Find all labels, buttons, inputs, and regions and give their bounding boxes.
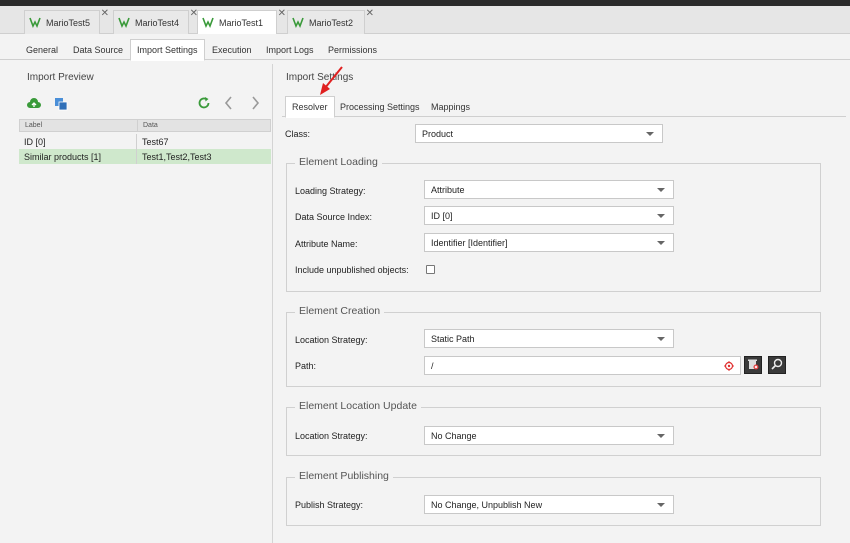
element-creation-legend: Element Creation [295, 305, 385, 317]
data-source-index-label: Data Source Index: [295, 212, 373, 222]
attribute-name-label: Attribute Name: [295, 239, 358, 249]
publish-strategy-select[interactable]: No Change, Unpublish New [424, 495, 674, 514]
row-label: Similar products [1] [24, 151, 102, 162]
row-data: Test1,Test2,Test3 [142, 151, 212, 162]
tab-import-settings[interactable]: Import Settings [130, 39, 205, 61]
target-icon[interactable] [724, 361, 734, 373]
publish-strategy-label: Publish Strategy: [295, 500, 364, 510]
location-strategy-value: Static Path [431, 333, 475, 344]
upload-cloud-icon [26, 97, 42, 113]
chevron-right-icon [250, 96, 260, 112]
object-sub-tabs: General Data Source Import Settings Exec… [0, 34, 850, 61]
chevron-down-icon [657, 188, 665, 192]
copy-button[interactable] [52, 96, 70, 114]
document-tabs-bar: MarioTest5 ✕ MarioTest4 ✕ MarioTest1 ✕ M… [0, 6, 850, 35]
annotation-arrow-icon [320, 66, 343, 95]
object-icon [29, 16, 41, 30]
doc-tab-label: MarioTest5 [46, 17, 91, 28]
row-label: ID [0] [24, 136, 46, 147]
search-path-button[interactable] [768, 356, 786, 374]
element-loading-legend: Element Loading [295, 156, 382, 168]
location-strategy-select[interactable]: Static Path [424, 329, 674, 348]
attribute-name-value: Identifier [Identifier] [431, 237, 508, 248]
attribute-name-select[interactable]: Identifier [Identifier] [424, 233, 674, 252]
location-update-strategy-label: Location Strategy: [295, 431, 368, 441]
copy-icon [54, 97, 68, 113]
doc-tab-mariotest5[interactable]: MarioTest5 ✕ [24, 8, 109, 34]
column-header-data[interactable]: Data [138, 120, 272, 131]
refresh-button[interactable] [195, 95, 213, 113]
next-button[interactable] [246, 95, 264, 113]
object-icon [118, 16, 130, 30]
loading-strategy-select[interactable]: Attribute [424, 180, 674, 199]
path-label: Path: [295, 361, 317, 371]
table-row[interactable]: Similar products [1] Test1,Test2,Test3 [19, 149, 271, 164]
doc-tab-label: MarioTest4 [135, 17, 180, 28]
doc-tab-mariotest2[interactable]: MarioTest2 ✕ [287, 8, 374, 34]
class-select[interactable]: Product [415, 124, 663, 143]
element-publishing-legend: Element Publishing [295, 470, 393, 482]
previous-button[interactable] [220, 95, 238, 113]
location-update-strategy-value: No Change [431, 430, 477, 441]
tab-processing-settings[interactable]: Processing Settings [334, 96, 426, 117]
data-source-index-select[interactable]: ID [0] [424, 206, 674, 225]
include-unpublished-label: Include unpublished objects: [295, 265, 409, 275]
tab-permissions[interactable]: Permissions [322, 39, 383, 60]
tab-data-source[interactable]: Data Source [67, 39, 129, 60]
chevron-down-icon [657, 337, 665, 341]
import-preview-title: Import Preview [27, 72, 94, 83]
close-icon[interactable]: ✕ [278, 8, 286, 19]
delete-icon [747, 358, 759, 372]
chevron-down-icon [646, 132, 654, 136]
element-publishing-fieldset: Element Publishing Publish Strategy: No … [286, 470, 821, 526]
doc-tab-mariotest4[interactable]: MarioTest4 ✕ [113, 8, 198, 34]
loading-strategy-value: Attribute [431, 184, 465, 195]
object-icon [292, 16, 304, 30]
import-settings-panel: Import Settings Resolver Processing Sett… [277, 64, 850, 543]
class-select-value: Product [422, 128, 454, 139]
clear-path-button[interactable] [744, 356, 762, 374]
location-update-strategy-select[interactable]: No Change [424, 426, 674, 445]
publish-strategy-value: No Change, Unpublish New [431, 499, 543, 510]
table-row[interactable]: ID [0] Test67 [19, 134, 271, 149]
chevron-down-icon [657, 434, 665, 438]
import-preview-panel: Import Preview Label Data ID [0] Test67 [14, 64, 273, 543]
doc-tab-label: MarioTest2 [309, 17, 354, 28]
tab-mappings[interactable]: Mappings [425, 96, 476, 117]
tab-general[interactable]: General [20, 39, 64, 60]
close-icon[interactable]: ✕ [101, 8, 109, 19]
location-strategy-label: Location Strategy: [295, 335, 368, 345]
chevron-down-icon [657, 214, 665, 218]
row-data: Test67 [142, 136, 169, 147]
tab-execution[interactable]: Execution [206, 39, 258, 60]
path-value: / [431, 360, 434, 371]
include-unpublished-checkbox[interactable] [426, 265, 435, 274]
data-source-index-value: ID [0] [431, 210, 453, 221]
path-input[interactable]: / [424, 356, 741, 375]
element-location-update-legend: Element Location Update [295, 400, 421, 412]
import-settings-tabs: Resolver Processing Settings Mappings [282, 96, 846, 118]
element-loading-fieldset: Element Loading Loading Strategy: Attrib… [286, 156, 821, 292]
chevron-left-icon [224, 96, 234, 112]
loading-strategy-label: Loading Strategy: [295, 186, 366, 196]
preview-grid-header: Label Data [19, 119, 271, 132]
doc-tab-label: MarioTest1 [219, 18, 264, 28]
element-creation-fieldset: Element Creation Location Strategy: Stat… [286, 305, 821, 387]
doc-tab-mariotest1[interactable]: MarioTest1 ✕ [197, 8, 286, 35]
column-header-label[interactable]: Label [20, 120, 137, 131]
object-icon [202, 16, 214, 30]
chevron-down-icon [657, 503, 665, 507]
close-icon[interactable]: ✕ [366, 8, 374, 19]
class-label: Class: [285, 129, 311, 139]
search-icon [771, 358, 783, 372]
upload-button[interactable] [25, 96, 43, 114]
element-location-update-fieldset: Element Location Update Location Strateg… [286, 400, 821, 456]
tab-import-logs[interactable]: Import Logs [260, 39, 320, 60]
chevron-down-icon [657, 241, 665, 245]
refresh-icon [197, 96, 211, 112]
